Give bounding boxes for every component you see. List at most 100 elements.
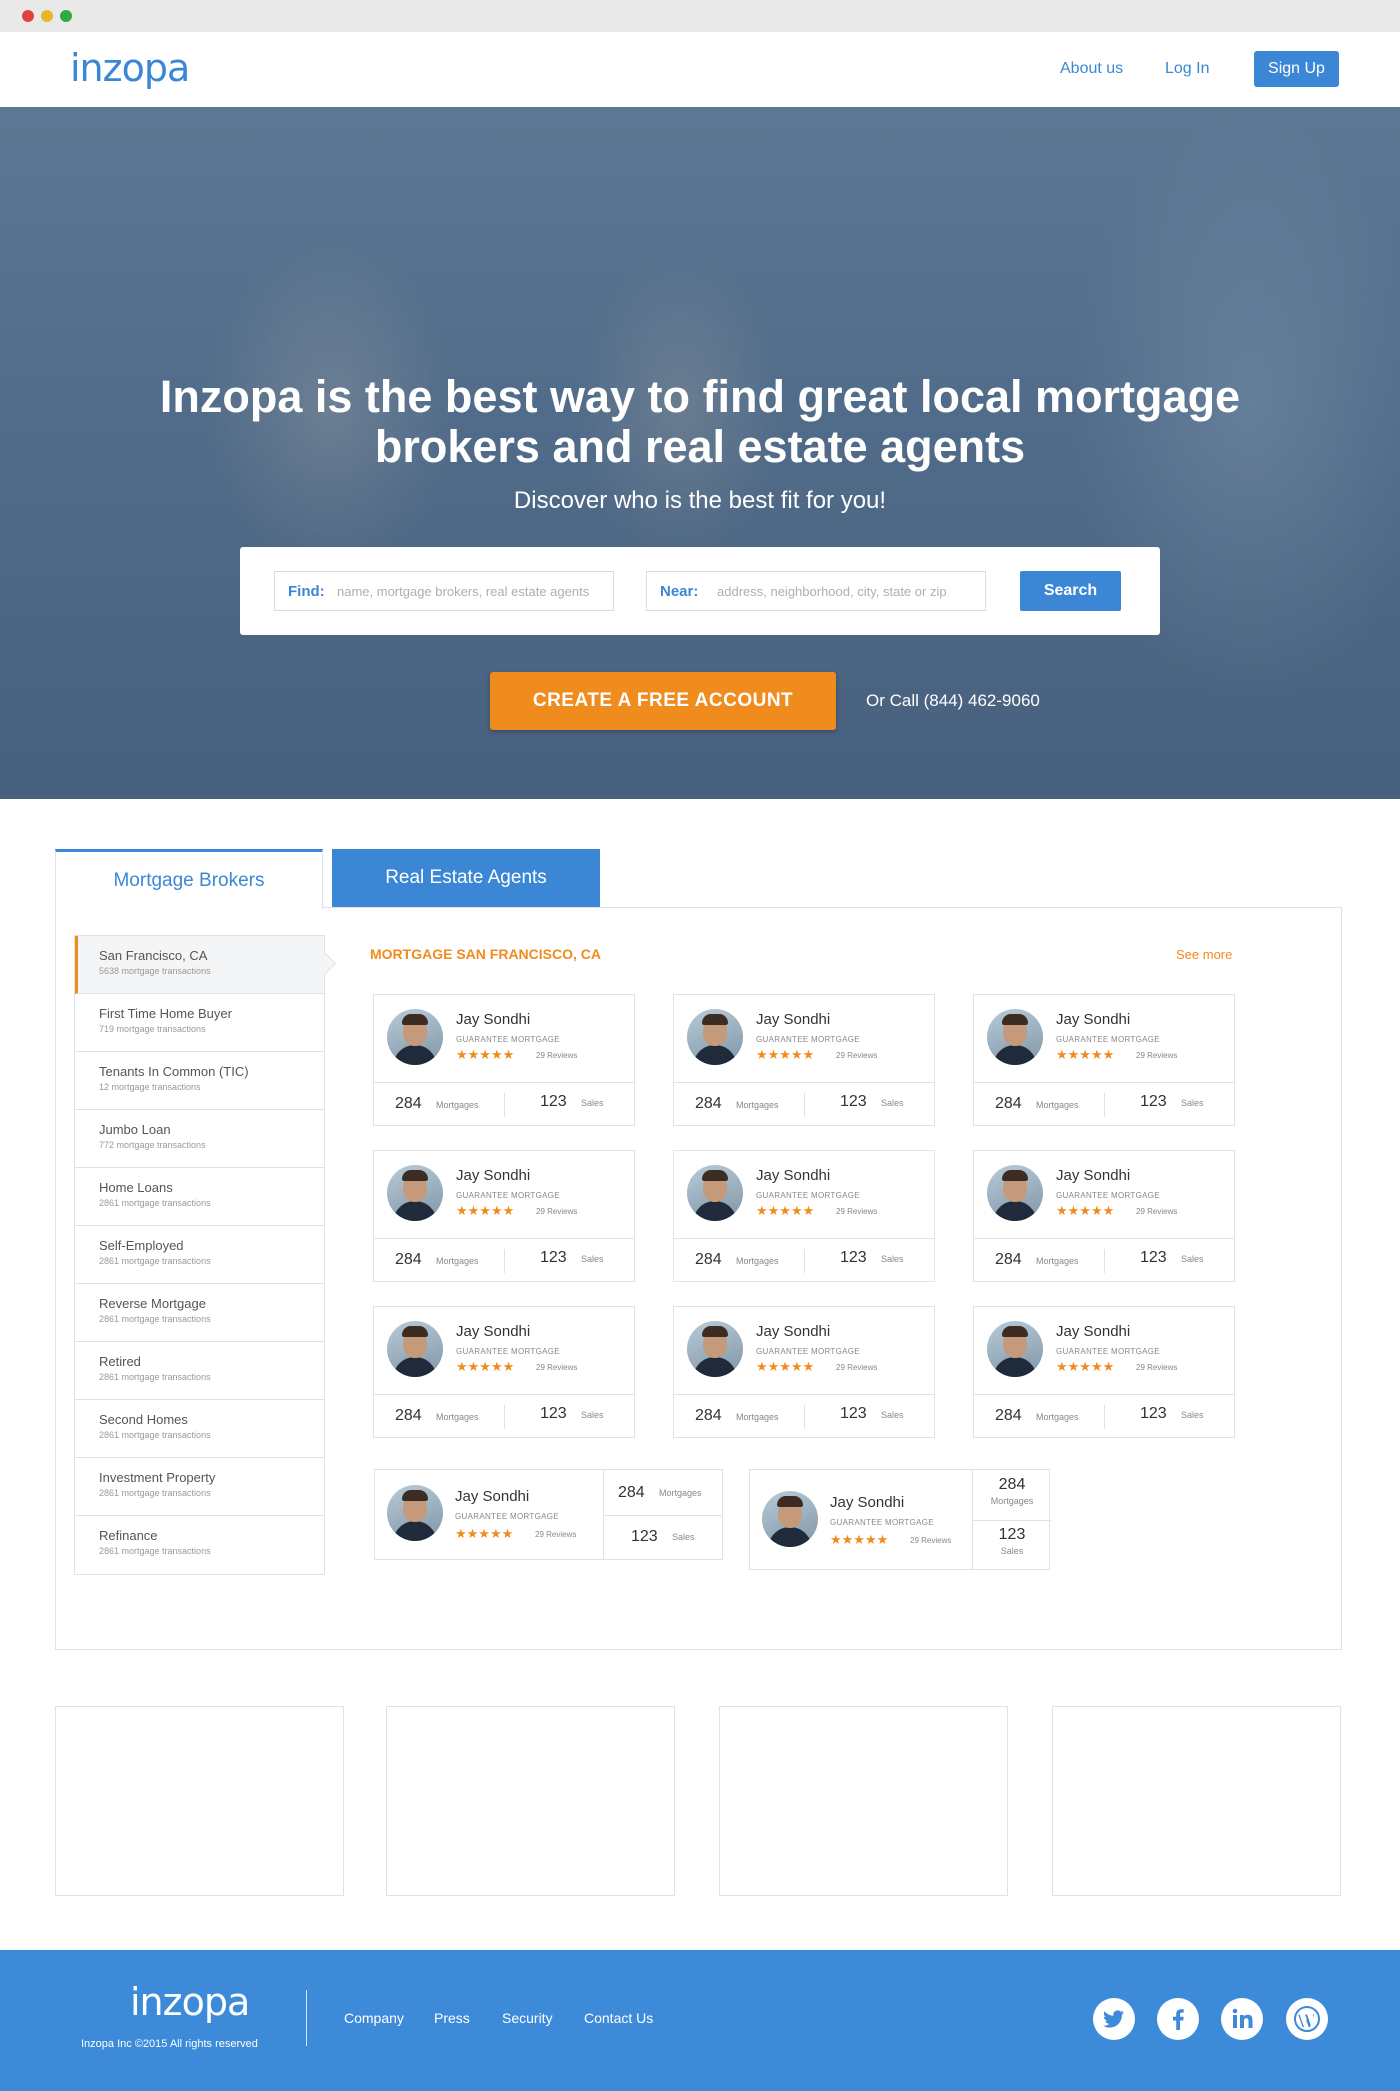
agent-name[interactable]: Jay Sondhi	[456, 1323, 530, 1340]
footer-link-contact[interactable]: Contact Us	[584, 2010, 653, 2026]
review-count[interactable]: 29 Reviews	[1136, 1207, 1177, 1216]
minimize-window-dot[interactable]	[41, 10, 53, 22]
agent-company: GUARANTEE MORTGAGE	[1056, 1191, 1160, 1200]
sales-count: 123	[1140, 1093, 1167, 1110]
rating-stars-icon: ★★★★★	[1056, 1047, 1115, 1062]
agent-name[interactable]: Jay Sondhi	[830, 1494, 904, 1511]
footer-link-press[interactable]: Press	[434, 2010, 470, 2026]
create-account-button[interactable]: CREATE A FREE ACCOUNT	[490, 672, 836, 730]
mortgages-count: 284	[995, 1251, 1022, 1268]
review-count[interactable]: 29 Reviews	[1136, 1051, 1177, 1060]
agent-name[interactable]: Jay Sondhi	[1056, 1323, 1130, 1340]
close-window-dot[interactable]	[22, 10, 34, 22]
sidebar-item-retired[interactable]: Retired 2861 mortgage transactions	[75, 1342, 324, 1400]
rating-stars-icon: ★★★★★	[756, 1047, 815, 1062]
divider	[804, 1405, 805, 1429]
nav-about-link[interactable]: About us	[1060, 60, 1123, 78]
agent-name[interactable]: Jay Sondhi	[456, 1011, 530, 1028]
review-count[interactable]: 29 Reviews	[536, 1363, 577, 1372]
facebook-icon[interactable]	[1157, 1998, 1199, 2040]
sidebar-item-first-time-home-buyer[interactable]: First Time Home Buyer 719 mortgage trans…	[75, 994, 324, 1052]
agent-card[interactable]: Jay Sondhi GUARANTEE MORTGAGE ★★★★★ 29 R…	[973, 1306, 1235, 1438]
agent-card[interactable]: Jay Sondhi GUARANTEE MORTGAGE ★★★★★ 29 R…	[373, 994, 635, 1126]
agent-card[interactable]: Jay Sondhi GUARANTEE MORTGAGE ★★★★★ 29 R…	[973, 994, 1235, 1126]
review-count[interactable]: 29 Reviews	[1136, 1363, 1177, 1372]
tab-real-estate-agents[interactable]: Real Estate Agents	[332, 849, 600, 907]
sidebar-item-san-francisco[interactable]: San Francisco, CA 5638 mortgage transact…	[75, 936, 324, 994]
find-input[interactable]	[337, 578, 607, 604]
divider	[374, 1082, 634, 1083]
sidebar-item-investment-property[interactable]: Investment Property 2861 mortgage transa…	[75, 1458, 324, 1516]
logo[interactable]: inzopa	[70, 46, 190, 90]
agent-card[interactable]: Jay Sondhi GUARANTEE MORTGAGE ★★★★★ 29 R…	[673, 1306, 935, 1438]
mortgages-label: Mortgages	[436, 1100, 479, 1110]
agent-name[interactable]: Jay Sondhi	[1056, 1011, 1130, 1028]
maximize-window-dot[interactable]	[60, 10, 72, 22]
review-count[interactable]: 29 Reviews	[836, 1207, 877, 1216]
agent-card[interactable]: Jay Sondhi GUARANTEE MORTGAGE ★★★★★ 29 R…	[673, 1150, 935, 1282]
sidebar-item-second-homes[interactable]: Second Homes 2861 mortgage transactions	[75, 1400, 324, 1458]
see-more-link[interactable]: See more	[1176, 947, 1232, 962]
sidebar-item-jumbo-loan[interactable]: Jumbo Loan 772 mortgage transactions	[75, 1110, 324, 1168]
sidebar-item-title: Self-Employed	[99, 1238, 184, 1253]
footer-link-security[interactable]: Security	[502, 2010, 553, 2026]
nav-login-link[interactable]: Log In	[1165, 60, 1209, 78]
sidebar-item-title: Second Homes	[99, 1412, 188, 1427]
sidebar-item-title: Tenants In Common (TIC)	[99, 1064, 249, 1079]
sidebar-item-refinance[interactable]: Refinance 2861 mortgage transactions	[75, 1516, 324, 1574]
agent-card-wide[interactable]: Jay Sondhi GUARANTEE MORTGAGE ★★★★★ 29 R…	[749, 1469, 1051, 1570]
review-count[interactable]: 29 Reviews	[910, 1536, 951, 1545]
agent-card[interactable]: Jay Sondhi GUARANTEE MORTGAGE ★★★★★ 29 R…	[973, 1150, 1235, 1282]
footer-link-company[interactable]: Company	[344, 2010, 404, 2026]
review-count[interactable]: 29 Reviews	[535, 1530, 576, 1539]
agent-card[interactable]: Jay Sondhi GUARANTEE MORTGAGE ★★★★★ 29 R…	[673, 994, 935, 1126]
sidebar-item-home-loans[interactable]: Home Loans 2861 mortgage transactions	[75, 1168, 324, 1226]
footer-logo[interactable]: inzopa	[130, 1980, 250, 2024]
agent-name[interactable]: Jay Sondhi	[456, 1167, 530, 1184]
hero-subtitle: Discover who is the best fit for you!	[513, 487, 887, 514]
tab-mortgage-brokers[interactable]: Mortgage Brokers	[55, 849, 323, 909]
agent-name[interactable]: Jay Sondhi	[1056, 1167, 1130, 1184]
agent-name[interactable]: Jay Sondhi	[756, 1167, 830, 1184]
sidebar-item-reverse-mortgage[interactable]: Reverse Mortgage 2861 mortgage transacti…	[75, 1284, 324, 1342]
signup-button[interactable]: Sign Up	[1254, 51, 1339, 87]
near-input[interactable]	[717, 578, 979, 604]
agent-name[interactable]: Jay Sondhi	[756, 1011, 830, 1028]
sales-count: 123	[998, 1526, 1026, 1543]
agent-card[interactable]: Jay Sondhi GUARANTEE MORTGAGE ★★★★★ 29 R…	[373, 1150, 635, 1282]
rating-stars-icon: ★★★★★	[830, 1532, 889, 1547]
near-field[interactable]: Near:	[646, 571, 986, 611]
sidebar-item-title: San Francisco, CA	[99, 948, 208, 963]
rating-stars-icon: ★★★★★	[455, 1526, 514, 1541]
review-count[interactable]: 29 Reviews	[836, 1363, 877, 1372]
sidebar-item-count: 2861 mortgage transactions	[99, 1488, 211, 1498]
twitter-icon[interactable]	[1093, 1998, 1135, 2040]
mortgages-count: 284	[395, 1407, 422, 1424]
sidebar-item-count: 719 mortgage transactions	[99, 1024, 206, 1034]
linkedin-icon[interactable]	[1221, 1998, 1263, 2040]
section-title: MORTGAGE SAN FRANCISCO, CA	[370, 946, 601, 962]
search-button[interactable]: Search	[1020, 571, 1121, 611]
agent-name[interactable]: Jay Sondhi	[756, 1323, 830, 1340]
sidebar-item-tenants-in-common[interactable]: Tenants In Common (TIC) 12 mortgage tran…	[75, 1052, 324, 1110]
agent-card-wide[interactable]: Jay Sondhi GUARANTEE MORTGAGE ★★★★★ 29 R…	[374, 1469, 723, 1560]
mortgages-count: 284	[995, 1095, 1022, 1112]
review-count[interactable]: 29 Reviews	[536, 1051, 577, 1060]
agent-company: GUARANTEE MORTGAGE	[1056, 1347, 1160, 1356]
wordpress-icon[interactable]	[1286, 1998, 1328, 2040]
agent-company: GUARANTEE MORTGAGE	[1056, 1035, 1160, 1044]
agent-card[interactable]: Jay Sondhi GUARANTEE MORTGAGE ★★★★★ 29 R…	[373, 1306, 635, 1438]
review-count[interactable]: 29 Reviews	[836, 1051, 877, 1060]
divider	[804, 1249, 805, 1273]
find-field[interactable]: Find:	[274, 571, 614, 611]
review-count[interactable]: 29 Reviews	[536, 1207, 577, 1216]
mortgages-count: 284	[695, 1407, 722, 1424]
mortgages-label: Mortgages	[659, 1488, 702, 1498]
agent-name[interactable]: Jay Sondhi	[455, 1488, 529, 1505]
hero-section: Inzopa is the best way to find great loc…	[0, 107, 1400, 799]
mortgages-label: Mortgages	[1036, 1412, 1079, 1422]
avatar	[762, 1491, 818, 1547]
avatar	[987, 1165, 1043, 1221]
sidebar-item-self-employed[interactable]: Self-Employed 2861 mortgage transactions	[75, 1226, 324, 1284]
sidebar-item-title: Investment Property	[99, 1470, 216, 1485]
